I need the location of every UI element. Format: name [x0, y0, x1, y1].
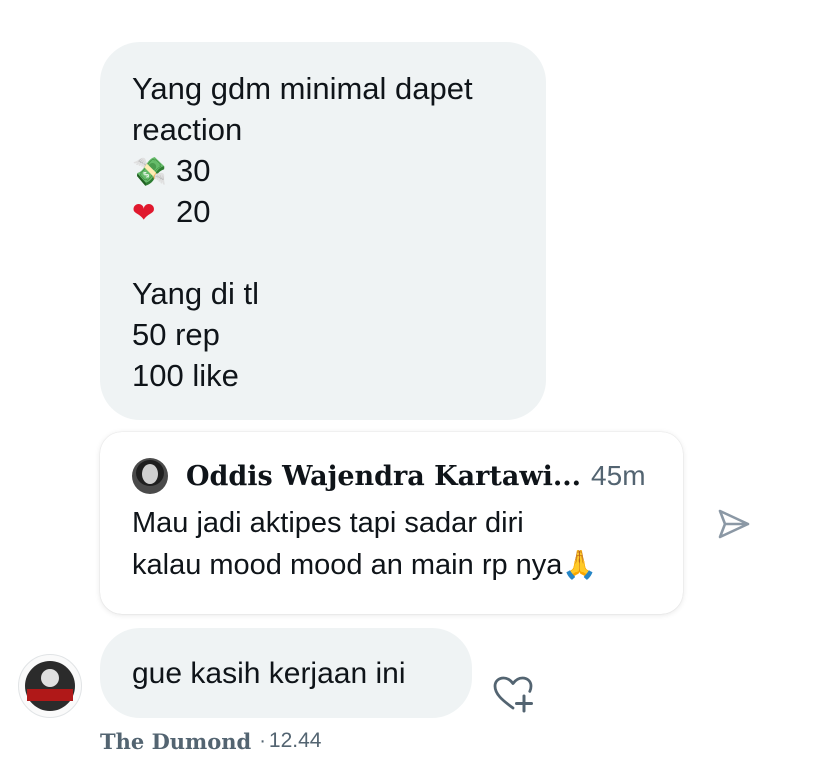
- message-bubble-top[interactable]: Yang gdm minimal dapet reaction 💸 30 ❤ 20 …: [100, 42, 546, 420]
- money-count: 30: [176, 153, 211, 188]
- heart-count: 20: [176, 194, 211, 229]
- quoted-author-avatar: [132, 458, 168, 494]
- message-meta: The Dumond · 12.44: [100, 726, 321, 756]
- sender-avatar[interactable]: [18, 654, 82, 718]
- quoted-post-time: 45m: [591, 460, 646, 491]
- message-text: gue kasih kerjaan ini: [132, 657, 406, 690]
- message-line: Yang gdm minimal dapet: [132, 71, 473, 106]
- message-line-heart: ❤ 20: [132, 191, 514, 232]
- praying-hands-emoji-icon: 🙏: [562, 548, 598, 581]
- quoted-post-text: Mau jadi aktipes tapi sadar diri kalau m…: [132, 502, 653, 586]
- message-time: 12.44: [268, 729, 322, 752]
- message-line: 50 rep: [132, 317, 220, 352]
- quoted-post-header: Oddis Wajendra Kartawi... 45m: [132, 456, 653, 496]
- quoted-text-line: Mau jadi aktipes tapi sadar diri: [132, 507, 524, 539]
- message-line: reaction: [132, 112, 243, 147]
- heart-emoji-icon: ❤: [132, 196, 156, 229]
- quoted-post-card[interactable]: Oddis Wajendra Kartawi... 45m Mau jadi a…: [100, 432, 683, 614]
- share-arrow-icon[interactable]: [716, 506, 752, 542]
- message-line: 100 like: [132, 358, 239, 393]
- message-line: Yang di tl: [132, 276, 259, 311]
- meta-separator: ·: [259, 729, 266, 752]
- quoted-text-line-2: kalau mood mood an main rp nya🙏: [132, 544, 653, 586]
- sender-name[interactable]: The Dumond: [100, 729, 251, 754]
- money-emoji-icon: 💸: [132, 155, 167, 188]
- add-reaction-heart-icon[interactable]: [492, 674, 534, 714]
- quoted-author-name: Oddis Wajendra Kartawi...: [186, 460, 582, 492]
- message-bubble-bottom[interactable]: gue kasih kerjaan ini: [100, 628, 472, 718]
- quoted-text-line-content: kalau mood mood an main rp nya: [132, 549, 563, 581]
- message-line-money: 💸 30: [132, 150, 514, 191]
